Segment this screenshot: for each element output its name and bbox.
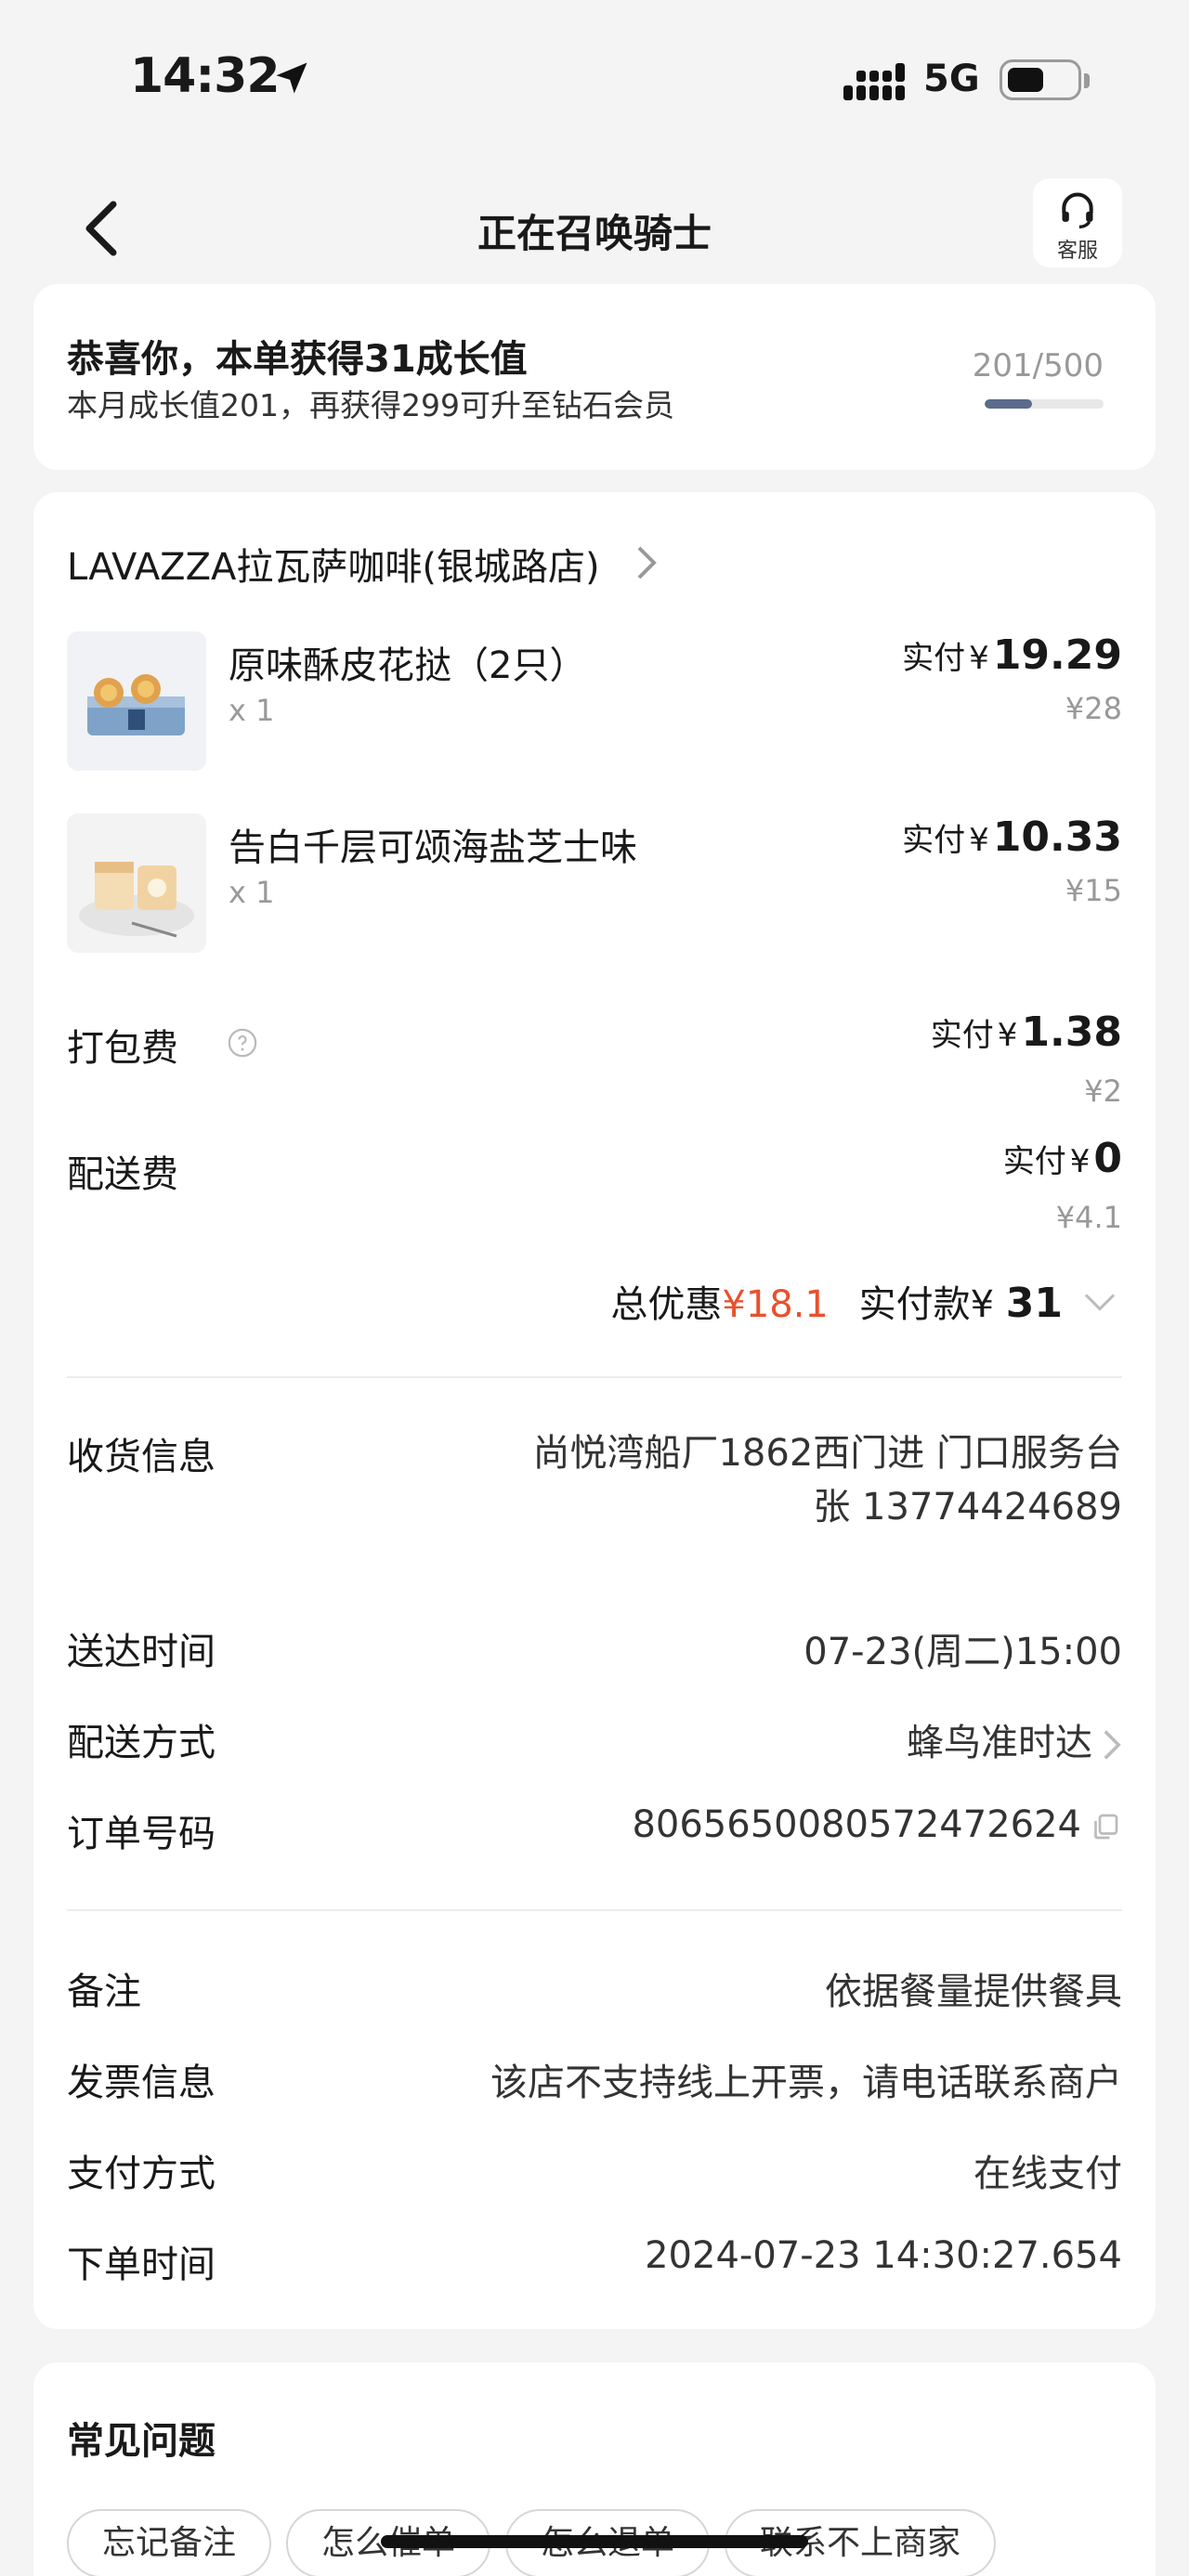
network-type: 5G bbox=[923, 58, 980, 100]
delivery-time-label: 送达时间 bbox=[67, 1631, 216, 1673]
growth-progress-fill bbox=[985, 399, 1033, 409]
status-bar: 14:32 5G bbox=[0, 0, 1189, 158]
divider bbox=[67, 1376, 1122, 1378]
item-quantity: x 1 bbox=[229, 693, 275, 728]
delivery-method-text: 蜂鸟准时达 bbox=[907, 1722, 1092, 1764]
note-value: 依据餐量提供餐具 bbox=[825, 1971, 1122, 2013]
address-text: 尚悦湾船厂1862西门进 门口服务台 bbox=[532, 1432, 1122, 1475]
payment-value: 在线支付 bbox=[973, 2153, 1122, 2195]
delivery-method-row[interactable]: 配送方式 蜂鸟准时达 bbox=[67, 1712, 1122, 1768]
order-number-text: 8065650080572472624 bbox=[632, 1803, 1081, 1846]
faq-title: 常见问题 bbox=[67, 2420, 216, 2463]
home-indicator[interactable] bbox=[381, 2535, 808, 2548]
product-image-croissant bbox=[67, 813, 206, 953]
note-label: 备注 bbox=[67, 1971, 141, 2013]
order-time-label: 下单时间 bbox=[67, 2244, 216, 2286]
address-row: 收货信息 尚悦湾船厂1862西门进 门口服务台 张 13774424689 bbox=[67, 1426, 1122, 1594]
order-number-label: 订单号码 bbox=[67, 1813, 216, 1855]
invoice-value: 该店不支持线上开票，请电话联系商户 bbox=[490, 2062, 1122, 2104]
fee-paid-price: 实付 ¥1.38 bbox=[930, 1008, 1122, 1056]
packing-fee-row: 打包费 实付 ¥1.38 ¥2 bbox=[67, 1008, 1122, 1120]
invoice-row: 发票信息 该店不支持线上开票，请电话联系商户 bbox=[67, 2052, 1122, 2108]
help-icon[interactable] bbox=[227, 1027, 258, 1059]
store-name[interactable]: LAVAZZA拉瓦萨咖啡(银城路店) bbox=[67, 537, 600, 591]
battery-icon bbox=[1000, 59, 1090, 100]
growth-title: 恭喜你，本单获得31成长值 bbox=[67, 338, 528, 381]
item-original-price: ¥28 bbox=[1065, 691, 1122, 726]
customer-service-label: 客服 bbox=[1056, 240, 1098, 263]
fee-label: 配送费 bbox=[67, 1153, 178, 1196]
growth-subtitle: 本月成长值201，再获得299可升至钻石会员 bbox=[67, 387, 674, 423]
address-label: 收货信息 bbox=[67, 1436, 216, 1478]
total-paid-label: 实付款 bbox=[858, 1283, 971, 1326]
item-original-price: ¥15 bbox=[1065, 873, 1122, 908]
discount-value: 18.1 bbox=[745, 1283, 829, 1326]
location-arrow-icon bbox=[276, 62, 307, 94]
total-paid-value: 31 bbox=[1005, 1280, 1063, 1327]
fee-label: 打包费 bbox=[67, 1027, 178, 1070]
delivery-method-label: 配送方式 bbox=[67, 1722, 216, 1764]
signal-icon bbox=[843, 63, 905, 100]
growth-card[interactable]: 恭喜你，本单获得31成长值 本月成长值201，再获得299可升至钻石会员 201… bbox=[33, 284, 1156, 470]
order-total[interactable]: 总优惠¥18.1 实付款¥ 31 bbox=[610, 1274, 1063, 1328]
item-quantity: x 1 bbox=[229, 875, 275, 910]
chevron-right-icon[interactable] bbox=[1102, 1728, 1122, 1762]
customer-service-button[interactable]: 客服 bbox=[1033, 178, 1122, 267]
item-paid-price: 实付 ¥10.33 bbox=[902, 813, 1122, 861]
copy-icon[interactable] bbox=[1089, 1810, 1122, 1843]
order-time-value: 2024-07-23 14:30:27.654 bbox=[645, 2234, 1122, 2277]
delivery-method-value: 蜂鸟准时达 bbox=[907, 1712, 1122, 1766]
order-number-value: 8065650080572472624 bbox=[632, 1803, 1122, 1846]
order-time-row: 下单时间 2024-07-23 14:30:27.654 bbox=[67, 2234, 1122, 2290]
delivery-time-row: 送达时间 07-23(周二)15:00 bbox=[67, 1621, 1122, 1677]
order-item[interactable]: 原味酥皮花挞（2只） x 1 实付 ¥19.29 ¥28 bbox=[67, 631, 1122, 771]
delivery-fee-row: 配送费 实付 ¥0 ¥4.1 bbox=[67, 1135, 1122, 1246]
total-paid-currency: ¥ bbox=[970, 1283, 995, 1326]
fee-paid-price: 实付 ¥0 bbox=[1002, 1135, 1122, 1182]
chevron-down-icon[interactable] bbox=[1083, 1291, 1117, 1313]
item-paid-price: 实付 ¥19.29 bbox=[902, 631, 1122, 679]
order-item[interactable]: 告白千层可颂海盐芝士味 x 1 实付 ¥10.33 ¥15 bbox=[67, 813, 1122, 953]
address-value: 尚悦湾船厂1862西门进 门口服务台 张 13774424689 bbox=[528, 1426, 1122, 1534]
growth-progress-text: 201/500 bbox=[972, 347, 1104, 384]
order-number-row: 订单号码 8065650080572472624 bbox=[67, 1803, 1122, 1859]
headset-icon bbox=[1062, 192, 1093, 228]
payment-label: 支付方式 bbox=[67, 2153, 216, 2195]
delivery-time-value: 07-23(周二)15:00 bbox=[804, 1631, 1122, 1673]
product-image-egg-tart bbox=[67, 631, 206, 771]
fee-original-price: ¥2 bbox=[1084, 1073, 1122, 1109]
page-title: 正在召唤骑士 bbox=[477, 211, 712, 256]
fee-original-price: ¥4.1 bbox=[1055, 1200, 1122, 1235]
payment-row: 支付方式 在线支付 bbox=[67, 2143, 1122, 2199]
chevron-right-icon[interactable] bbox=[635, 544, 658, 581]
divider bbox=[67, 1909, 1122, 1911]
faq-chip-forgot-note[interactable]: 忘记备注 bbox=[67, 2509, 272, 2576]
note-row: 备注 依据餐量提供餐具 bbox=[67, 1961, 1122, 2017]
item-name: 原味酥皮花挞（2只） bbox=[229, 644, 587, 687]
discount-label: 总优惠 bbox=[610, 1283, 723, 1326]
status-time: 14:32 bbox=[130, 48, 281, 104]
order-card: LAVAZZA拉瓦萨咖啡(银城路店) 原味酥皮花挞（2只） x 1 实付 ¥19.… bbox=[33, 492, 1156, 2329]
growth-progress-bar bbox=[985, 399, 1104, 409]
invoice-label: 发票信息 bbox=[67, 2062, 216, 2104]
item-name: 告白千层可颂海盐芝士味 bbox=[229, 826, 637, 869]
discount-currency: ¥ bbox=[722, 1283, 746, 1326]
address-contact: 张 13774424689 bbox=[813, 1486, 1122, 1529]
nav-bar: 正在召唤骑士 客服 bbox=[0, 158, 1189, 288]
